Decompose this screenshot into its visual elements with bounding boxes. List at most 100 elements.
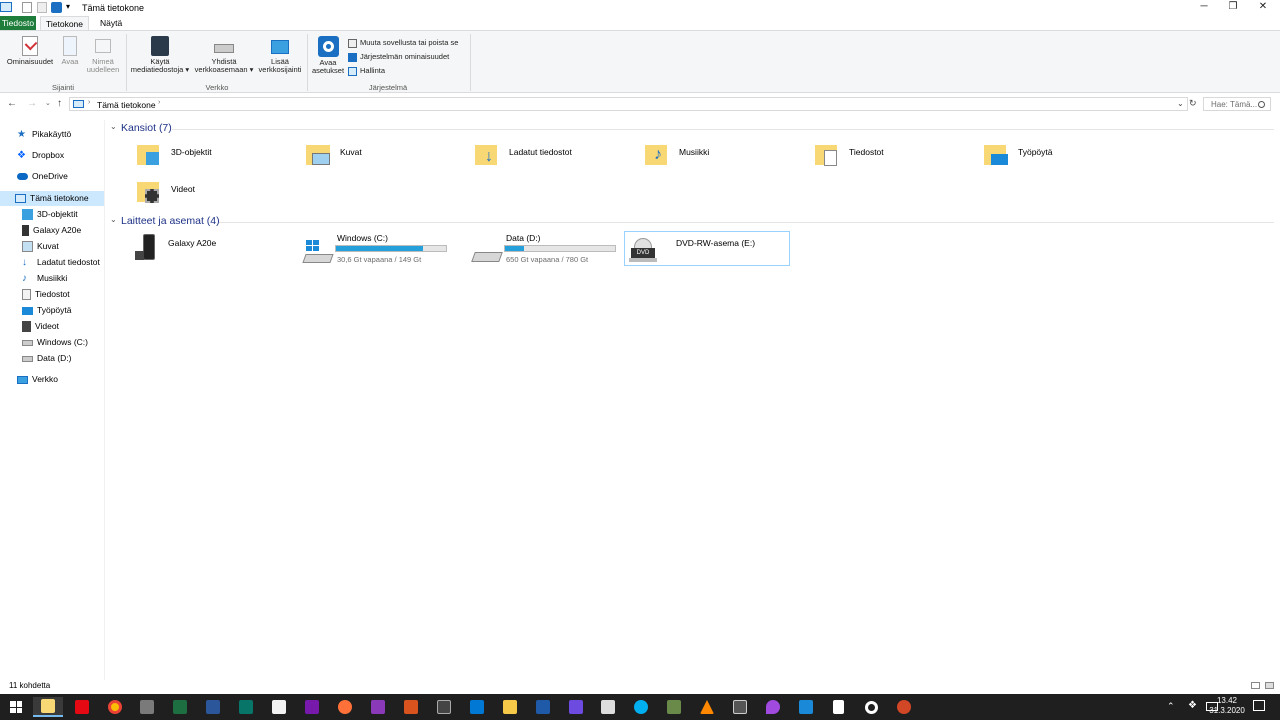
back-button[interactable]: ← bbox=[7, 98, 17, 109]
taskbar-word[interactable] bbox=[198, 697, 228, 717]
manage-button[interactable]: Hallinta bbox=[348, 64, 468, 78]
nav-network[interactable]: Verkko bbox=[15, 372, 103, 387]
maximize-button[interactable]: ❐ bbox=[1218, 0, 1248, 15]
chevron-down-icon[interactable]: ⌄ bbox=[110, 215, 117, 224]
start-button[interactable] bbox=[1, 697, 31, 717]
nav-galaxy[interactable]: Galaxy A20e bbox=[20, 223, 104, 238]
taskbar-vlc[interactable] bbox=[692, 697, 722, 717]
minimize-button[interactable]: ─ bbox=[1189, 0, 1219, 15]
chevron-right-icon[interactable]: › bbox=[88, 99, 90, 106]
folder-downloads[interactable]: ↓ Ladatut tiedostot bbox=[475, 141, 635, 177]
nav-onedrive[interactable]: OneDrive bbox=[15, 169, 103, 184]
chevron-right-icon[interactable]: › bbox=[158, 99, 160, 106]
document-icon bbox=[22, 289, 31, 300]
properties-button[interactable]: Ominaisuudet bbox=[4, 36, 56, 66]
nav-videos[interactable]: Videot bbox=[20, 319, 104, 334]
chevron-up-icon[interactable]: ⌃ bbox=[1167, 701, 1175, 712]
taskbar-notepad[interactable] bbox=[823, 697, 853, 717]
media-button[interactable]: Käytä mediatiedostoja ▾ bbox=[129, 36, 191, 74]
large-icons-view-icon[interactable] bbox=[1265, 682, 1274, 689]
open-settings-button[interactable]: Avaa asetukset bbox=[309, 36, 347, 75]
taskbar-app[interactable] bbox=[132, 697, 162, 717]
search-input[interactable]: Hae: Tämä... bbox=[1203, 97, 1271, 111]
clock[interactable]: 13.42 31.3.2020 bbox=[1209, 696, 1245, 716]
nav-quick-access[interactable]: ★ Pikakäyttö bbox=[15, 127, 103, 142]
taskbar-netflix[interactable] bbox=[67, 697, 97, 717]
folder-videos[interactable]: Videot bbox=[137, 178, 297, 214]
folders-header[interactable]: Kansiot (7) bbox=[121, 122, 172, 134]
nav-music[interactable]: ♪ Musiikki bbox=[20, 271, 104, 286]
settings-quick-icon[interactable] bbox=[51, 2, 62, 13]
devices-header[interactable]: Laitteet ja asemat (4) bbox=[121, 215, 220, 227]
taskbar-onenote[interactable] bbox=[297, 697, 327, 717]
taskbar-sticky[interactable] bbox=[495, 697, 525, 717]
nav-desktop[interactable]: Työpöytä bbox=[20, 303, 104, 318]
device-galaxy[interactable]: Galaxy A20e bbox=[134, 233, 294, 269]
title-bar: ▾ Tämä tietokone ─ ❐ ✕ bbox=[0, 0, 1280, 15]
breadcrumb[interactable]: Tämä tietokone bbox=[97, 100, 156, 110]
folder-3d-objects[interactable]: 3D-objektit bbox=[137, 141, 297, 177]
address-bar[interactable]: › Tämä tietokone › ⌄ bbox=[69, 97, 1188, 111]
taskbar-excel[interactable] bbox=[165, 697, 195, 717]
quick-access-dropdown-icon[interactable]: ▾ bbox=[66, 2, 70, 11]
open-label: Avaa bbox=[61, 57, 79, 66]
notification-icon[interactable] bbox=[1253, 700, 1265, 711]
details-view-icon[interactable] bbox=[1251, 682, 1260, 689]
refresh-button[interactable]: ↻ bbox=[1189, 98, 1197, 109]
taskbar-app-purple[interactable] bbox=[363, 697, 393, 717]
nav-pictures[interactable]: Kuvat bbox=[20, 239, 104, 254]
uninstall-button[interactable]: Muuta sovellusta tai poista se bbox=[348, 36, 468, 50]
nav-downloads[interactable]: ↓ Ladatut tiedostot bbox=[20, 255, 104, 270]
taskbar-app-violet[interactable] bbox=[561, 697, 591, 717]
folder-documents[interactable]: Tiedostot bbox=[815, 141, 975, 177]
chevron-down-icon[interactable]: ⌄ bbox=[1177, 99, 1184, 108]
folder-desktop[interactable]: Työpöytä bbox=[984, 141, 1144, 177]
nav-documents[interactable]: Tiedostot bbox=[20, 287, 104, 302]
nav-3d-objects[interactable]: 3D-objektit bbox=[20, 207, 104, 222]
up-button[interactable]: ↑ bbox=[57, 98, 62, 109]
recent-locations-icon[interactable]: ⌄ bbox=[45, 99, 51, 107]
taskbar-firefox[interactable] bbox=[330, 697, 360, 717]
drive-c[interactable]: Windows (C:) 30,6 Gt vapaana / 149 Gt bbox=[302, 232, 468, 268]
taskbar-chrome[interactable] bbox=[100, 697, 130, 717]
properties-quick-icon[interactable] bbox=[22, 2, 32, 13]
search-icon[interactable] bbox=[1258, 101, 1265, 108]
dropbox-tray-icon[interactable]: ❖ bbox=[1188, 700, 1197, 711]
folder-music[interactable]: ♪ Musiikki bbox=[645, 141, 805, 177]
taskbar-publisher[interactable] bbox=[231, 697, 261, 717]
taskbar-app-blue[interactable] bbox=[528, 697, 558, 717]
taskbar-maps[interactable] bbox=[758, 697, 788, 717]
taskbar-store[interactable] bbox=[264, 697, 294, 717]
taskbar-photos[interactable] bbox=[593, 697, 623, 717]
open-button[interactable]: Avaa bbox=[58, 36, 82, 66]
tab-view[interactable]: Näytä bbox=[95, 16, 127, 30]
add-network-location-button[interactable]: Lisää verkkosijainti bbox=[256, 36, 304, 74]
chevron-down-icon[interactable]: ⌄ bbox=[110, 122, 117, 131]
taskbar-powerpoint[interactable] bbox=[889, 697, 919, 717]
uninstall-label: Muuta sovellusta tai poista se bbox=[360, 38, 459, 47]
drive-d[interactable]: Data (D:) 650 Gt vapaana / 780 Gt bbox=[471, 232, 637, 268]
nav-this-pc[interactable]: Tämä tietokone bbox=[0, 191, 104, 206]
taskbar-skype[interactable] bbox=[626, 697, 656, 717]
rename-button[interactable]: Nimeä uudelleen bbox=[84, 36, 122, 74]
taskbar-calculator[interactable] bbox=[725, 697, 755, 717]
tab-file[interactable]: Tiedosto bbox=[0, 16, 36, 30]
folder-pictures[interactable]: Kuvat bbox=[306, 141, 466, 177]
new-folder-quick-icon[interactable] bbox=[37, 2, 47, 13]
nav-drive-c[interactable]: Windows (C:) bbox=[20, 335, 104, 350]
taskbar-settings[interactable] bbox=[856, 697, 886, 717]
taskbar-app-arrow[interactable] bbox=[791, 697, 821, 717]
drive-dvd[interactable]: DVD DVD-RW-asema (E:) bbox=[624, 231, 790, 266]
system-properties-button[interactable]: Järjestelmän ominaisuudet bbox=[348, 50, 468, 64]
nav-dropbox[interactable]: ❖ Dropbox bbox=[15, 148, 103, 163]
taskbar-explorer[interactable] bbox=[33, 697, 63, 717]
taskbar-mail[interactable] bbox=[462, 697, 492, 717]
forward-button[interactable]: → bbox=[27, 98, 37, 109]
taskbar-app-face[interactable] bbox=[659, 697, 689, 717]
close-button[interactable]: ✕ bbox=[1248, 0, 1278, 15]
nav-drive-d[interactable]: Data (D:) bbox=[20, 351, 104, 366]
map-drive-button[interactable]: Yhdistä verkkoasemaan ▾ bbox=[193, 36, 255, 74]
taskbar-app-orange[interactable] bbox=[396, 697, 426, 717]
tab-computer[interactable]: Tietokone bbox=[40, 16, 90, 30]
taskbar-app-dark[interactable] bbox=[429, 697, 459, 717]
